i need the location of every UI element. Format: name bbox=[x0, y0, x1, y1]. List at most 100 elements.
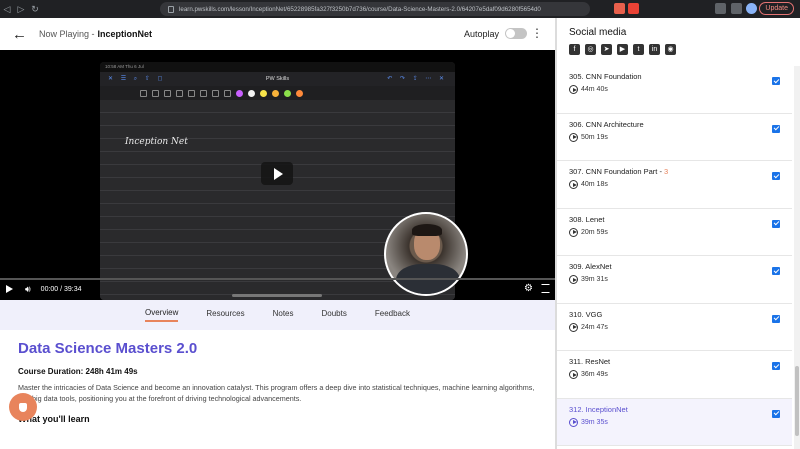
completed-checkbox[interactable] bbox=[772, 409, 780, 418]
tab-resources[interactable]: Resources bbox=[206, 309, 244, 321]
completed-checkbox[interactable] bbox=[772, 219, 780, 228]
play-circle-icon bbox=[569, 417, 578, 427]
lesson-item[interactable]: 311. ResNet 36m 49s bbox=[557, 351, 792, 399]
forward-nav-icon[interactable]: ▷ bbox=[14, 4, 28, 15]
tab-notes[interactable]: Notes bbox=[273, 309, 294, 321]
tablet-app-bar: ✕ ☰ ⌕ ⇧ ◻ PW Skills ↶ ↷ ⇪ ⋯ ✕ bbox=[100, 72, 455, 86]
lesson-name: 305. CNN Foundation bbox=[569, 72, 642, 81]
color-purple-swatch bbox=[236, 89, 243, 97]
lesson-name-text: 307. CNN Foundation Part - bbox=[569, 167, 665, 176]
video-player[interactable]: 10:58 AM Thu 6 Jul ✕ ☰ ⌕ ⇧ ◻ PW Skills ↶… bbox=[0, 50, 555, 300]
tab-feedback[interactable]: Feedback bbox=[375, 309, 410, 321]
completed-checkbox[interactable] bbox=[772, 267, 780, 275]
handwritten-text: Inception Net bbox=[125, 137, 188, 147]
reload-icon[interactable]: ↻ bbox=[28, 4, 42, 15]
course-summary: Master the intricacies of Data Science a… bbox=[18, 383, 535, 403]
lesson-item-current[interactable]: 312. InceptionNet 39m 35s bbox=[557, 398, 792, 446]
player-header: ← Now Playing - InceptionNet Autoplay ⋮ bbox=[0, 18, 555, 50]
lesson-duration: 50m 19s bbox=[581, 133, 608, 141]
extension-shield-icon[interactable] bbox=[614, 3, 625, 14]
lesson-item[interactable]: 308. Lenet 20m 59s bbox=[557, 209, 792, 256]
facebook-icon[interactable]: f bbox=[569, 44, 580, 55]
completed-checkbox[interactable] bbox=[772, 362, 780, 370]
settings-gear-icon[interactable]: ⚙ bbox=[524, 283, 533, 294]
tab-doubts[interactable]: Doubts bbox=[322, 309, 347, 321]
image-tool-icon bbox=[212, 89, 219, 97]
play-circle-icon bbox=[569, 85, 578, 94]
tab-overview[interactable]: Overview bbox=[145, 308, 179, 322]
completed-checkbox[interactable] bbox=[772, 314, 780, 323]
play-button[interactable] bbox=[261, 162, 293, 185]
lesson-duration: 39m 31s bbox=[581, 276, 608, 283]
course-title: Data Science Masters 2.0 bbox=[18, 340, 198, 357]
completed-checkbox[interactable] bbox=[772, 172, 780, 180]
lesson-tabs: Overview Resources Notes Doubts Feedback bbox=[0, 300, 555, 330]
lesson-name: 309. AlexNet bbox=[569, 262, 612, 271]
lesson-part-number: 3 bbox=[664, 167, 669, 176]
lesson-name: 306. CNN Architecture bbox=[569, 119, 644, 129]
sidebar-toggle-icon[interactable] bbox=[731, 3, 742, 14]
back-arrow-icon[interactable]: ← bbox=[12, 26, 27, 43]
sidebar-scrollbar[interactable] bbox=[794, 66, 800, 449]
shape-tool-icon bbox=[200, 89, 207, 97]
extension-gmail-icon[interactable] bbox=[628, 3, 639, 14]
eraser-tool-icon bbox=[164, 89, 171, 97]
completed-checkbox[interactable] bbox=[772, 77, 780, 85]
lesson-item[interactable]: 305. CNN Foundation 44m 40s bbox=[557, 66, 792, 114]
lesson-item[interactable]: 309. AlexNet 39m 31s bbox=[557, 256, 792, 304]
course-duration: Course Duration: 248h 41m 49s bbox=[18, 367, 138, 376]
lesson-name: 307. CNN Foundation Part - 3 bbox=[569, 167, 668, 176]
linkedin-icon[interactable]: in bbox=[649, 44, 660, 55]
player-controls: 🔊︎ 00:00 / 39:34 ⚙ bbox=[0, 278, 555, 300]
color-orange-swatch bbox=[272, 89, 279, 97]
back-nav-icon[interactable]: ◁ bbox=[0, 4, 14, 15]
play-circle-icon bbox=[569, 370, 578, 379]
chat-support-button[interactable] bbox=[9, 393, 37, 421]
volume-icon[interactable]: 🔊︎ bbox=[25, 284, 31, 295]
autoplay-toggle[interactable] bbox=[505, 28, 527, 39]
lesson-duration: 20m 59s bbox=[581, 228, 608, 236]
lesson-item[interactable]: 306. CNN Architecture 50m 19s bbox=[557, 114, 792, 161]
lesson-duration: 24m 47s bbox=[581, 323, 608, 331]
lesson-name: 312. InceptionNet bbox=[569, 404, 628, 414]
update-button[interactable]: Update bbox=[759, 2, 794, 15]
social-icons-row: f ◎ ➤ ▶ t in ◉ bbox=[569, 44, 676, 55]
lesson-list: 305. CNN Foundation 44m 40s 306. CNN Arc… bbox=[557, 66, 792, 446]
fullscreen-icon[interactable] bbox=[541, 284, 550, 293]
now-playing-title: InceptionNet bbox=[97, 29, 153, 39]
lesson-item[interactable]: 307. CNN Foundation Part - 3 40m 18s bbox=[557, 161, 792, 209]
autoplay-control[interactable]: Autoplay bbox=[464, 28, 527, 39]
course-overview: Data Science Masters 2.0 Course Duration… bbox=[18, 340, 535, 424]
discord-icon[interactable]: ◉ bbox=[665, 44, 676, 55]
play-circle-icon bbox=[569, 132, 578, 142]
extensions-puzzle-icon[interactable] bbox=[715, 3, 726, 14]
lesson-item[interactable]: 310. VGG 24m 47s bbox=[557, 304, 792, 351]
address-bar[interactable]: learn.pwskills.com/lesson/InceptionNet/6… bbox=[160, 2, 590, 16]
telegram-icon[interactable]: ➤ bbox=[601, 44, 612, 55]
text-tool-icon bbox=[224, 89, 231, 97]
instagram-icon[interactable]: ◎ bbox=[585, 44, 596, 55]
twitter-icon[interactable]: t bbox=[633, 44, 644, 55]
color-green-swatch bbox=[284, 89, 291, 97]
scrollbar-thumb[interactable] bbox=[795, 366, 799, 436]
play-icon[interactable] bbox=[6, 285, 13, 293]
pen-tool-icon bbox=[140, 89, 147, 97]
tablet-status-bar: 10:58 AM Thu 6 Jul bbox=[100, 62, 455, 72]
profile-avatar[interactable] bbox=[746, 3, 757, 14]
completed-checkbox[interactable] bbox=[772, 124, 780, 133]
scrubber-handle[interactable] bbox=[232, 294, 322, 297]
time-display: 00:00 / 39:34 bbox=[40, 285, 82, 293]
tablet-left-tool-icons: ✕ ☰ ⌕ ⇧ ◻ bbox=[108, 76, 166, 82]
tablet-drawing-toolbar bbox=[100, 86, 455, 100]
tablet-right-tool-icons: ↶ ↷ ⇪ ⋯ ✕ bbox=[387, 76, 447, 82]
tablet-app-title: PW Skills bbox=[265, 76, 290, 82]
lesson-name: 308. Lenet bbox=[569, 214, 605, 224]
more-options-icon[interactable]: ⋮ bbox=[531, 26, 543, 40]
youtube-icon[interactable]: ▶ bbox=[617, 44, 628, 55]
lesson-pane: ← Now Playing - InceptionNet Autoplay ⋮ … bbox=[0, 18, 555, 449]
url-text: learn.pwskills.com/lesson/InceptionNet/6… bbox=[179, 5, 541, 13]
color-white-swatch bbox=[248, 89, 255, 97]
highlighter-tool-icon bbox=[176, 89, 183, 97]
video-progress-bar[interactable] bbox=[0, 278, 555, 280]
play-circle-icon bbox=[569, 180, 578, 189]
